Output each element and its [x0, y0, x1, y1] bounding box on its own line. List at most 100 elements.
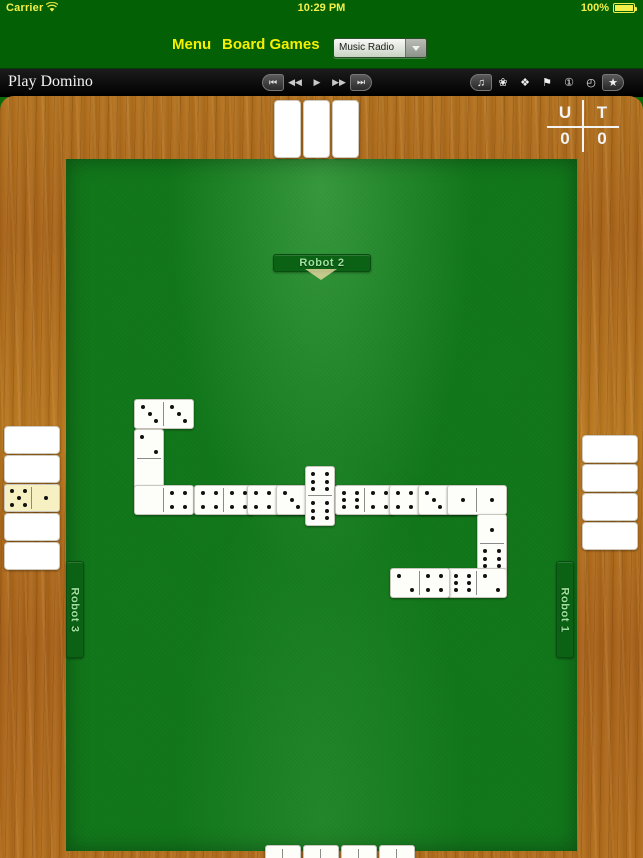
flag-icon[interactable]: ⚑	[536, 74, 558, 91]
pip	[214, 505, 219, 510]
pip	[324, 508, 329, 513]
pip	[200, 505, 205, 510]
pip	[267, 490, 272, 495]
info-icon[interactable]: ①	[558, 74, 580, 91]
domino-half-0	[135, 486, 164, 514]
domino-half-1	[397, 846, 414, 858]
pip	[384, 490, 389, 495]
domino-half-0	[321, 846, 338, 858]
skip-start-button[interactable]: ⏮	[262, 74, 284, 91]
robot-3-tile-5[interactable]	[4, 542, 60, 570]
score-us-label: U	[558, 103, 572, 122]
pip	[22, 502, 27, 507]
domino-game-screen: Carrier 10:29 PM 100% Menu Board Games M…	[0, 0, 643, 858]
skip-end-button[interactable]: ⏭	[350, 74, 372, 91]
domino-divider	[476, 571, 477, 595]
pip	[153, 450, 158, 455]
board-tile-6-2[interactable]	[447, 568, 507, 598]
domino-divider	[137, 458, 161, 459]
board-tile-3-3[interactable]	[134, 399, 194, 429]
pip	[296, 505, 301, 510]
board-tile-6-4[interactable]	[335, 485, 395, 515]
pip	[43, 496, 48, 500]
domino-half-1	[477, 486, 506, 514]
player-name-robot-1: Robot 1	[559, 586, 572, 633]
your-tile-2[interactable]	[303, 845, 339, 858]
pip	[324, 487, 329, 492]
flower-icon[interactable]: ❀	[492, 74, 514, 91]
your-tile-3[interactable]	[341, 845, 377, 858]
pip	[453, 573, 458, 578]
domino-divider	[320, 848, 321, 858]
music-radio-select[interactable]: Music Radio	[333, 38, 427, 58]
board-tile-1-6[interactable]	[477, 514, 507, 574]
rewind-button[interactable]: ◀◀	[284, 74, 306, 91]
pip	[311, 471, 316, 476]
pip	[229, 490, 234, 495]
board-tile-4-4[interactable]	[194, 485, 254, 515]
battery-full-icon	[613, 3, 637, 13]
pip	[311, 487, 316, 492]
pip	[395, 490, 400, 495]
robot-1-tile-4[interactable]	[582, 522, 638, 550]
toolbar-icon-buttons: ♫ ❀ ❖ ⚑ ① ◴ ★	[470, 74, 624, 91]
nav-link-board-games[interactable]: Board Games	[222, 36, 320, 53]
your-tile-4[interactable]	[379, 845, 415, 858]
player-name-robot-2: Robot 2	[299, 257, 345, 269]
music-note-icon[interactable]: ♫	[470, 74, 492, 91]
pip	[370, 505, 375, 510]
pip	[169, 404, 174, 409]
robot-1-tile-1[interactable]	[582, 435, 638, 463]
domino-half-6	[306, 496, 334, 525]
board-tile-1-1[interactable]	[447, 485, 507, 515]
domino-half-0	[283, 846, 300, 858]
pip	[409, 505, 414, 510]
pip	[140, 434, 145, 439]
clock-icon[interactable]: ◴	[580, 74, 602, 91]
robot-1-tile-3[interactable]	[582, 493, 638, 521]
pip	[341, 498, 346, 502]
pip	[253, 505, 258, 510]
pip	[229, 505, 234, 510]
robot-2-tile-1[interactable]	[274, 100, 301, 158]
play-button[interactable]: ▶	[306, 74, 328, 91]
robot-3-tile-3-face-up[interactable]	[4, 484, 60, 512]
robot-3-tile-4[interactable]	[4, 513, 60, 541]
fast-forward-button[interactable]: ▶▶	[328, 74, 350, 91]
domino-divider	[308, 495, 332, 496]
board-tile-2-4[interactable]	[390, 568, 450, 598]
robot-3-tile-1[interactable]	[4, 426, 60, 454]
diamond-icon[interactable]: ❖	[514, 74, 536, 91]
robot-3-tile-2[interactable]	[4, 455, 60, 483]
board-tile-6-6[interactable]	[305, 466, 335, 526]
pip	[341, 490, 346, 495]
pip	[409, 490, 414, 495]
pip	[311, 516, 316, 521]
robot-2-tile-2[interactable]	[303, 100, 330, 158]
table-surface: U T 0 0 Robot 2 YOU Robot 1 Robot 3	[0, 96, 643, 858]
robot-1-tile-2[interactable]	[582, 464, 638, 492]
pip	[467, 581, 472, 585]
domino-half-5	[5, 485, 32, 511]
domino-half-2	[477, 569, 506, 597]
pip	[154, 419, 159, 424]
board-tile-2-0[interactable]	[134, 429, 164, 489]
robot-2-tile-3[interactable]	[332, 100, 359, 158]
nav-link-menu[interactable]: Menu	[172, 36, 211, 53]
board-tile-0-4[interactable]	[134, 485, 194, 515]
pip	[22, 489, 27, 494]
pip	[482, 573, 487, 578]
domino-half-0	[135, 459, 163, 488]
domino-half-3	[419, 486, 448, 514]
chevron-down-icon[interactable]	[405, 39, 426, 57]
scoreboard-divider-horizontal	[547, 126, 619, 128]
pip	[341, 505, 346, 510]
star-icon[interactable]: ★	[602, 74, 624, 91]
pip	[183, 419, 188, 424]
domino-divider	[31, 487, 32, 509]
your-tile-1[interactable]	[265, 845, 301, 858]
player-plate-robot-3: Robot 3	[66, 561, 84, 658]
media-controls: ⏮ ◀◀ ▶ ▶▶ ⏭	[262, 74, 372, 91]
pip	[282, 490, 287, 495]
turn-indicator-arrow	[305, 269, 337, 280]
